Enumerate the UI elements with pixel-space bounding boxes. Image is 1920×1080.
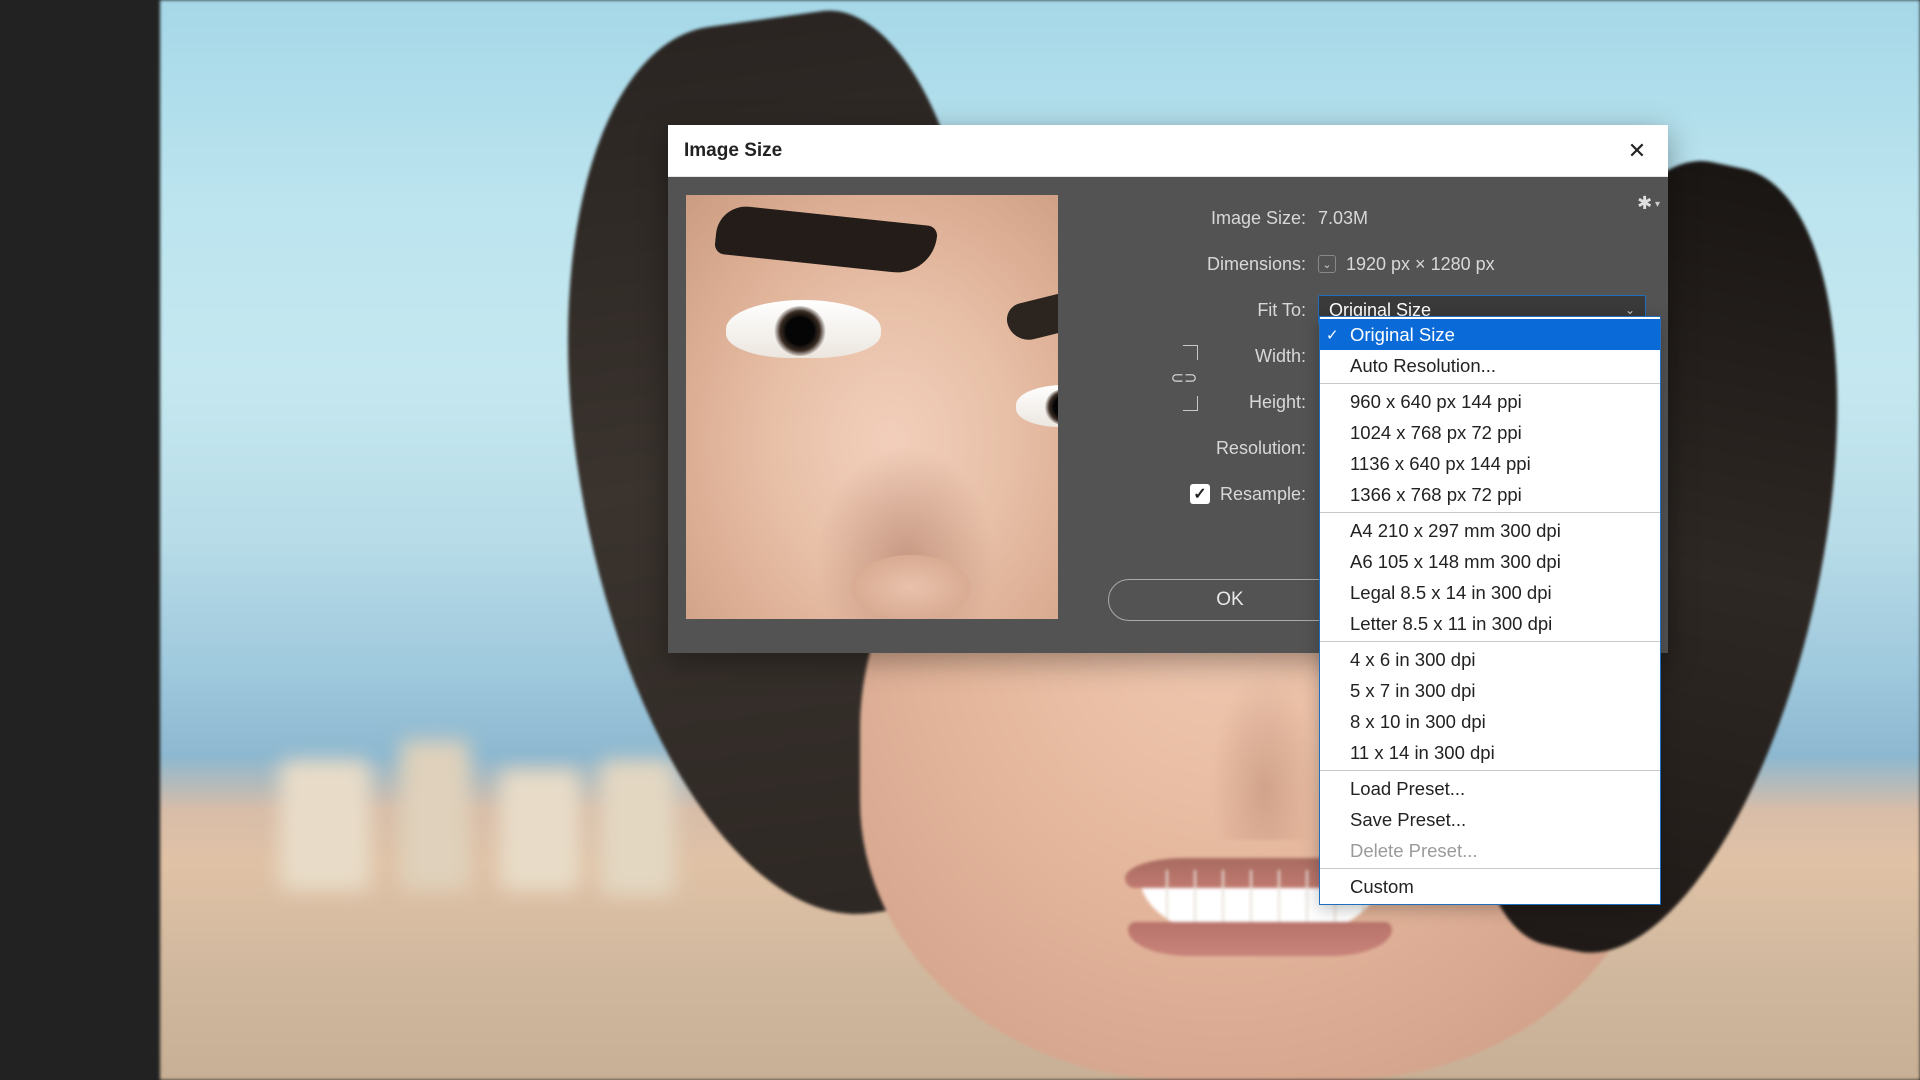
dropdown-item-label: Auto Resolution... [1350, 355, 1496, 377]
dropdown-item[interactable]: Load Preset... [1320, 773, 1660, 804]
dropdown-item[interactable]: Auto Resolution... [1320, 350, 1660, 381]
dimensions-value: 1920 px × 1280 px [1346, 254, 1495, 275]
dropdown-item-label: Load Preset... [1350, 778, 1465, 800]
dropdown-item-label: 8 x 10 in 300 dpi [1350, 711, 1486, 733]
chevron-down-icon: ⌄ [1625, 303, 1635, 317]
close-icon[interactable]: ✕ [1622, 136, 1652, 166]
dropdown-item[interactable]: Custom [1320, 871, 1660, 902]
dropdown-item[interactable]: 1366 x 768 px 72 ppi [1320, 479, 1660, 510]
dropdown-item[interactable]: 960 x 640 px 144 ppi [1320, 386, 1660, 417]
dropdown-item-label: 5 x 7 in 300 dpi [1350, 680, 1475, 702]
dropdown-item[interactable]: Save Preset... [1320, 804, 1660, 835]
dropdown-item-label: Letter 8.5 x 11 in 300 dpi [1350, 613, 1552, 635]
dropdown-item[interactable]: 5 x 7 in 300 dpi [1320, 675, 1660, 706]
width-label: Width: [1086, 346, 1318, 367]
dropdown-item-label: A6 105 x 148 mm 300 dpi [1350, 551, 1561, 573]
gear-icon[interactable]: ✱ [1637, 193, 1660, 214]
dropdown-item-label: Legal 8.5 x 14 in 300 dpi [1350, 582, 1552, 604]
resolution-label: Resolution: [1086, 438, 1318, 459]
fit-to-label: Fit To: [1086, 300, 1318, 321]
dropdown-item[interactable]: 4 x 6 in 300 dpi [1320, 644, 1660, 675]
dropdown-item: Delete Preset... [1320, 835, 1660, 866]
dropdown-item-label: 1024 x 768 px 72 ppi [1350, 422, 1522, 444]
dropdown-item-label: 1136 x 640 px 144 ppi [1350, 453, 1531, 475]
height-label: Height: [1086, 392, 1318, 413]
dropdown-item[interactable]: 1024 x 768 px 72 ppi [1320, 417, 1660, 448]
dropdown-item[interactable]: 8 x 10 in 300 dpi [1320, 706, 1660, 737]
dropdown-item-label: Original Size [1350, 324, 1455, 346]
dropdown-item[interactable]: ✓ Original Size [1320, 319, 1660, 350]
dropdown-item-label: 960 x 640 px 144 ppi [1350, 391, 1522, 413]
dropdown-item-label: A4 210 x 297 mm 300 dpi [1350, 520, 1561, 542]
dropdown-item[interactable]: 11 x 14 in 300 dpi [1320, 737, 1660, 768]
dropdown-item[interactable]: Letter 8.5 x 11 in 300 dpi [1320, 608, 1660, 639]
link-icon: ⊂⊃ [1171, 368, 1198, 388]
check-icon: ✓ [1326, 326, 1339, 344]
dropdown-item-label: 11 x 14 in 300 dpi [1350, 742, 1495, 764]
resample-checkbox[interactable]: ✓ [1190, 484, 1210, 504]
dropdown-item[interactable]: A4 210 x 297 mm 300 dpi [1320, 515, 1660, 546]
fit-to-dropdown-menu[interactable]: ✓ Original Size Auto Resolution... 960 x 64… [1319, 316, 1661, 905]
dialog-titlebar[interactable]: Image Size ✕ [668, 125, 1668, 177]
dropdown-item[interactable]: 1136 x 640 px 144 ppi [1320, 448, 1660, 479]
image-size-value: 7.03M [1318, 208, 1368, 229]
dropdown-item-label: Save Preset... [1350, 809, 1466, 831]
dialog-title: Image Size [684, 140, 1622, 162]
image-preview[interactable] [686, 195, 1058, 619]
left-sidebar [0, 0, 160, 1080]
dimensions-label: Dimensions: [1086, 254, 1318, 275]
dropdown-item[interactable]: Legal 8.5 x 14 in 300 dpi [1320, 577, 1660, 608]
resample-label: Resample: [1220, 484, 1306, 505]
dropdown-item-label: 4 x 6 in 300 dpi [1350, 649, 1475, 671]
dropdown-item-label: Delete Preset... [1350, 840, 1478, 862]
dropdown-item-label: 1366 x 768 px 72 ppi [1350, 484, 1522, 506]
dropdown-item-label: Custom [1350, 876, 1414, 898]
constrain-proportions-toggle[interactable]: ⊂⊃ [1171, 345, 1197, 411]
image-size-label: Image Size: [1086, 208, 1318, 229]
ok-button[interactable]: OK [1108, 579, 1352, 621]
dimensions-dropdown-icon[interactable]: ⌄ [1318, 255, 1336, 273]
dropdown-item[interactable]: A6 105 x 148 mm 300 dpi [1320, 546, 1660, 577]
